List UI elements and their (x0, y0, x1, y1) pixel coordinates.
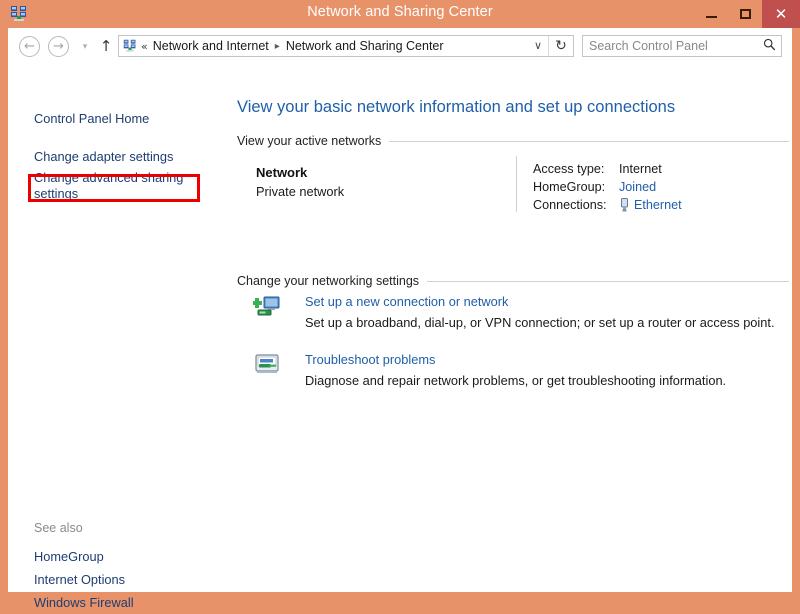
network-name: Network (256, 163, 344, 182)
detail-label: HomeGroup: (533, 180, 619, 194)
detail-value-ethernet-link[interactable]: Ethernet (634, 198, 682, 212)
section-label: View your active networks (237, 134, 389, 148)
address-bar[interactable]: « Network and Internet ▸ Network and Sha… (118, 35, 574, 57)
section-divider (427, 281, 789, 282)
network-details: Access type: Internet HomeGroup: Joined … (533, 160, 682, 214)
vertical-divider (516, 156, 517, 212)
minimize-icon (706, 16, 717, 18)
detail-row-homegroup: HomeGroup: Joined (533, 178, 682, 196)
up-one-level-button[interactable]: ↑ (98, 37, 114, 55)
detail-value-access-type: Internet (619, 162, 662, 176)
recent-locations-button[interactable]: ▾ (78, 40, 92, 54)
task-description: Set up a broadband, dial-up, or VPN conn… (305, 315, 775, 330)
task-link-setup-new-connection[interactable]: Set up a new connection or network (305, 294, 508, 309)
breadcrumb-item-network-and-sharing-center[interactable]: Network and Sharing Center (286, 39, 444, 53)
sidebar-item-change-adapter-settings[interactable]: Change adapter settings (34, 149, 173, 165)
minimize-button[interactable] (694, 0, 728, 28)
ethernet-connector-icon (619, 198, 630, 212)
network-sharing-center-window: Network and Sharing Center ✕ ← → ▾ ↑ (0, 0, 800, 600)
breadcrumb-overflow[interactable]: « (141, 40, 148, 53)
see-also-item-homegroup[interactable]: HomeGroup (34, 545, 134, 568)
sidebar-item-control-panel-home[interactable]: Control Panel Home (34, 111, 149, 127)
close-button[interactable]: ✕ (762, 0, 800, 28)
network-type: Private network (256, 182, 344, 201)
detail-label: Access type: (533, 162, 619, 176)
maximize-icon (740, 9, 751, 19)
active-network-info: Network Private network (256, 163, 344, 201)
new-connection-icon (253, 293, 281, 321)
chevron-down-icon[interactable]: ∨ (529, 36, 547, 56)
main-content: View your basic network information and … (220, 64, 792, 592)
breadcrumb-separator-icon[interactable]: ▸ (275, 41, 280, 52)
task-link-troubleshoot-problems[interactable]: Troubleshoot problems (305, 352, 435, 367)
back-button[interactable]: ← (19, 36, 40, 57)
navigation-bar: ← → ▾ ↑ (8, 28, 792, 64)
window-title: Network and Sharing Center (0, 4, 800, 20)
window-client-area: ← → ▾ ↑ (8, 28, 792, 592)
see-also-item-windows-firewall[interactable]: Windows Firewall (34, 591, 134, 614)
sidebar: Control Panel Home Change adapter settin… (8, 64, 220, 592)
breadcrumb-item-network-and-internet[interactable]: Network and Internet (153, 39, 269, 53)
task-description: Diagnose and repair network problems, or… (305, 373, 726, 388)
maximize-button[interactable] (728, 0, 762, 28)
section-divider (389, 141, 789, 142)
section-label: Change your networking settings (237, 274, 427, 288)
forward-button[interactable]: → (48, 36, 69, 57)
network-computers-icon (123, 39, 137, 53)
close-icon: ✕ (775, 7, 788, 22)
search-input[interactable]: Search Control Panel (582, 35, 782, 57)
section-header-change-networking-settings: Change your networking settings (237, 274, 789, 288)
troubleshoot-icon (253, 351, 281, 379)
detail-label: Connections: (533, 198, 619, 212)
see-also-list: HomeGroup Internet Options Windows Firew… (34, 545, 134, 614)
search-placeholder: Search Control Panel (589, 38, 708, 55)
section-header-active-networks: View your active networks (237, 134, 789, 148)
title-bar: Network and Sharing Center ✕ (0, 0, 800, 28)
see-also-title: See also (34, 521, 83, 535)
detail-value-homegroup-link[interactable]: Joined (619, 180, 656, 194)
see-also-item-internet-options[interactable]: Internet Options (34, 568, 134, 591)
sidebar-item-change-advanced-sharing-settings[interactable]: Change advanced sharing settings (34, 170, 194, 202)
detail-row-access-type: Access type: Internet (533, 160, 682, 178)
page-title: View your basic network information and … (237, 98, 675, 117)
refresh-icon[interactable]: ↻ (548, 36, 573, 56)
search-icon[interactable] (763, 38, 776, 55)
detail-row-connections: Connections: Ethernet (533, 196, 682, 214)
